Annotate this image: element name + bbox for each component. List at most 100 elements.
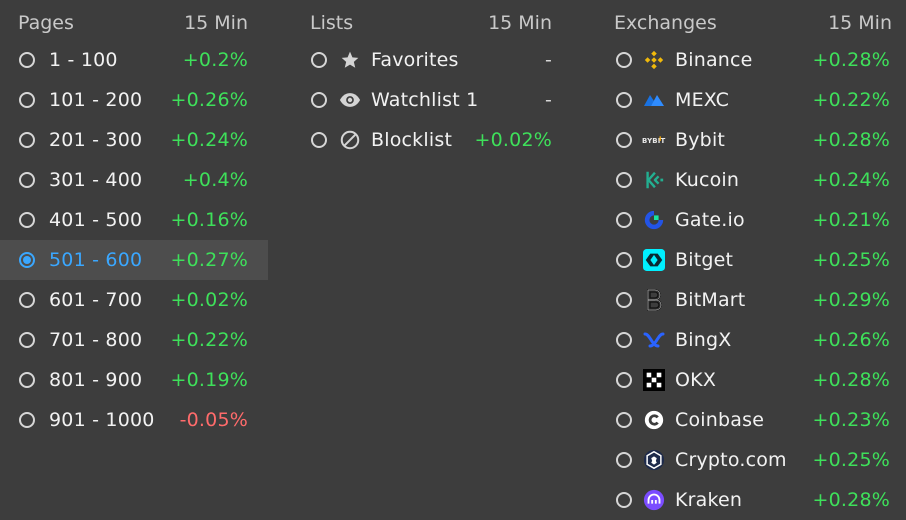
eye-icon [339, 89, 361, 111]
page-range-change: +0.24% [170, 129, 248, 151]
page-range-change: +0.26% [170, 89, 248, 111]
page-range-row[interactable]: 801 - 900 +0.19% [0, 360, 268, 400]
list-label: Watchlist 1 [371, 89, 479, 111]
radio-button[interactable] [311, 132, 327, 148]
page-range-label: 401 - 500 [49, 209, 143, 231]
pages-title: Pages [18, 12, 74, 34]
list-change: +0.02% [474, 129, 552, 151]
pages-column: Pages 15 Min 1 - 100 +0.2% 101 - 200 +0.26… [0, 0, 268, 440]
list-row-blocklist[interactable]: Blocklist +0.02% [300, 120, 562, 160]
page-range-change: -0.05% [179, 409, 248, 431]
radio-button[interactable] [19, 52, 35, 68]
exchange-label: Bitget [675, 249, 734, 271]
list-row-favorites[interactable]: Favorites - [300, 40, 562, 80]
radio-button[interactable] [19, 212, 35, 228]
lists-column: Lists 15 Min Favorites - Watchlist 1 - B… [300, 0, 562, 160]
radio-button[interactable] [616, 52, 632, 68]
radio-button[interactable] [19, 292, 35, 308]
page-range-row[interactable]: 601 - 700 +0.02% [0, 280, 268, 320]
binance-logo-icon [642, 48, 666, 72]
exchange-row-mexc[interactable]: MEXC +0.22% [604, 80, 902, 120]
radio-button[interactable] [616, 212, 632, 228]
page-range-label: 1 - 100 [49, 49, 118, 71]
exchanges-header: Exchanges 15 Min [604, 0, 902, 40]
list-change: - [544, 49, 552, 71]
list-label: Favorites [371, 49, 459, 71]
page-range-row[interactable]: 901 - 1000 -0.05% [0, 400, 268, 440]
kraken-logo-icon [642, 488, 666, 512]
exchange-label: MEXC [675, 89, 730, 111]
block-icon [339, 129, 361, 151]
exchange-row-bingx[interactable]: BingX +0.26% [604, 320, 902, 360]
page-range-label: 601 - 700 [49, 289, 143, 311]
exchange-row-kucoin[interactable]: Kucoin +0.24% [604, 160, 902, 200]
page-range-row[interactable]: 101 - 200 +0.26% [0, 80, 268, 120]
exchange-row-kraken[interactable]: Kraken +0.28% [604, 480, 902, 520]
radio-button[interactable] [311, 52, 327, 68]
radio-button[interactable] [19, 412, 35, 428]
bingx-logo-icon [642, 328, 666, 352]
exchange-label: OKX [675, 369, 717, 391]
page-range-label: 901 - 1000 [49, 409, 155, 431]
radio-button[interactable] [616, 332, 632, 348]
radio-button[interactable] [616, 172, 632, 188]
radio-button[interactable] [19, 132, 35, 148]
exchange-change: +0.25% [812, 249, 890, 271]
exchange-row-gateio[interactable]: Gate.io +0.21% [604, 200, 902, 240]
exchange-change: +0.28% [812, 369, 890, 391]
bitmart-logo-icon [642, 288, 666, 312]
page-range-row[interactable]: 201 - 300 +0.24% [0, 120, 268, 160]
page-range-change: +0.02% [170, 289, 248, 311]
page-range-change: +0.16% [170, 209, 248, 231]
radio-button[interactable] [19, 372, 35, 388]
kucoin-logo-icon [642, 168, 666, 192]
page-range-label: 801 - 900 [49, 369, 143, 391]
exchange-row-cryptocom[interactable]: Crypto.com +0.25% [604, 440, 902, 480]
page-range-row[interactable]: 701 - 800 +0.22% [0, 320, 268, 360]
radio-button[interactable] [616, 452, 632, 468]
radio-button[interactable] [616, 292, 632, 308]
page-range-label: 301 - 400 [49, 169, 143, 191]
exchange-row-bitget[interactable]: Bitget +0.25% [604, 240, 902, 280]
page-range-row[interactable]: 401 - 500 +0.16% [0, 200, 268, 240]
radio-button[interactable] [616, 252, 632, 268]
page-range-row-selected[interactable]: 501 - 600 +0.27% [0, 240, 268, 280]
radio-button[interactable] [19, 92, 35, 108]
pages-header: Pages 15 Min [0, 0, 268, 40]
radio-button[interactable] [616, 412, 632, 428]
exchange-label: Gate.io [675, 209, 745, 231]
exchange-row-binance[interactable]: Binance +0.28% [604, 40, 902, 80]
radio-button[interactable] [311, 92, 327, 108]
exchange-label: Bybit [675, 129, 726, 151]
page-range-change: +0.22% [170, 329, 248, 351]
page-range-row[interactable]: 1 - 100 +0.2% [0, 40, 268, 80]
exchange-change: +0.21% [812, 209, 890, 231]
radio-button[interactable] [616, 372, 632, 388]
page-range-change: +0.27% [170, 249, 248, 271]
radio-button-checked[interactable] [19, 252, 35, 268]
exchange-row-bitmart[interactable]: BitMart +0.29% [604, 280, 902, 320]
radio-button[interactable] [616, 92, 632, 108]
exchange-label: BitMart [675, 289, 746, 311]
page-range-change: +0.2% [182, 49, 248, 71]
pages-timeframe: 15 Min [184, 12, 248, 34]
page-range-label: 701 - 800 [49, 329, 143, 351]
radio-button[interactable] [616, 492, 632, 508]
radio-button[interactable] [616, 132, 632, 148]
radio-button[interactable] [19, 172, 35, 188]
page-range-row[interactable]: 301 - 400 +0.4% [0, 160, 268, 200]
radio-button[interactable] [19, 332, 35, 348]
page-range-label: 201 - 300 [49, 129, 143, 151]
page-range-label: 101 - 200 [49, 89, 143, 111]
exchange-row-coinbase[interactable]: Coinbase +0.23% [604, 400, 902, 440]
exchange-row-okx[interactable]: OKX +0.28% [604, 360, 902, 400]
coinbase-logo-icon [642, 408, 666, 432]
exchange-change: +0.23% [812, 409, 890, 431]
exchange-change: +0.25% [812, 449, 890, 471]
cryptocom-logo-icon [642, 448, 666, 472]
bybit-logo-icon: BYBIT [642, 128, 666, 152]
list-row-watchlist[interactable]: Watchlist 1 - [300, 80, 562, 120]
exchange-row-bybit[interactable]: BYBIT Bybit +0.28% [604, 120, 902, 160]
exchange-change: +0.26% [812, 329, 890, 351]
exchange-label: Coinbase [675, 409, 765, 431]
